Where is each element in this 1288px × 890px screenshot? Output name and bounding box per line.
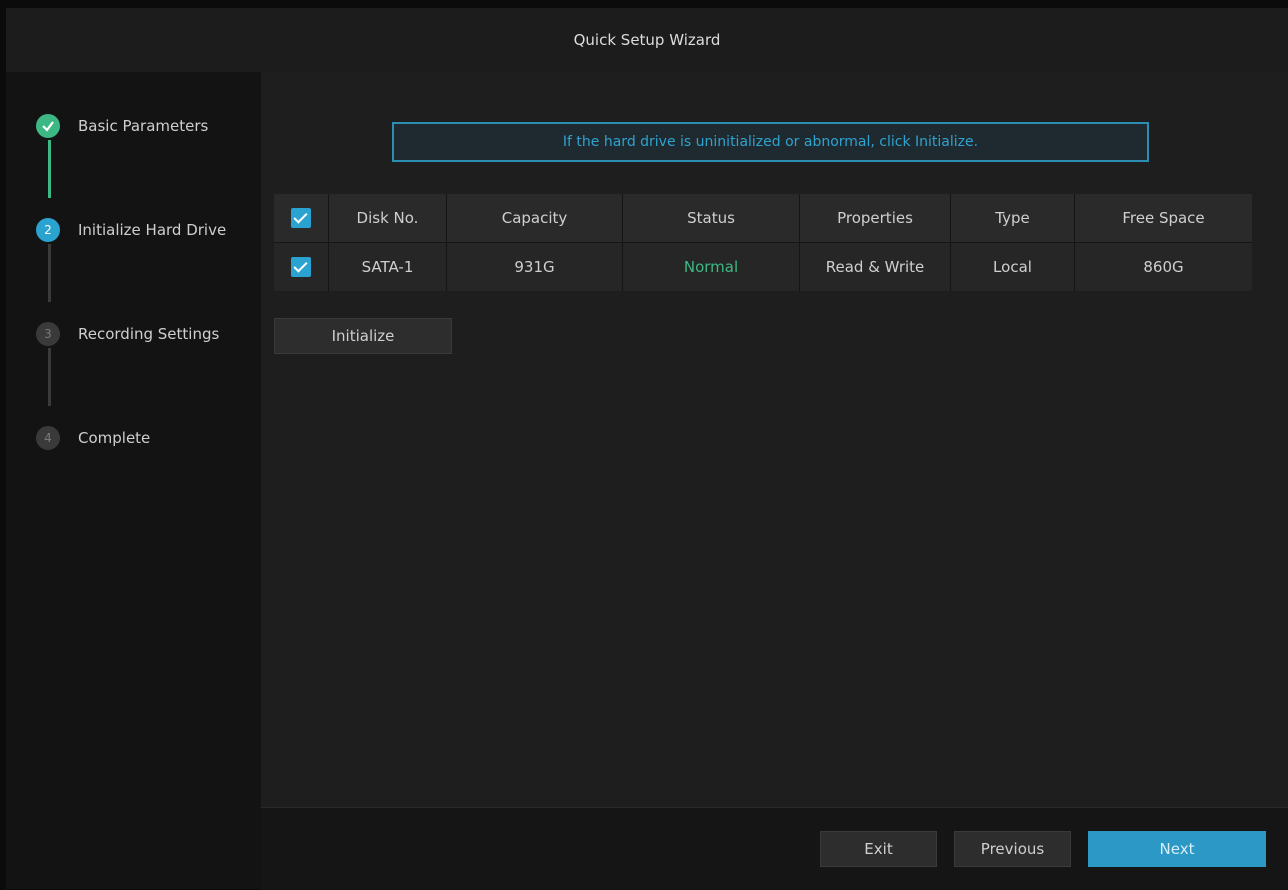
properties-cell: Read & Write bbox=[800, 242, 951, 291]
free-space-cell: 860G bbox=[1075, 242, 1252, 291]
check-icon bbox=[36, 114, 60, 138]
initialize-button[interactable]: Initialize bbox=[274, 318, 452, 354]
step-number-badge: 3 bbox=[36, 322, 60, 346]
column-header: Capacity bbox=[447, 194, 623, 242]
step-complete: 4 Complete bbox=[36, 426, 150, 450]
column-header: Properties bbox=[800, 194, 951, 242]
column-header: Disk No. bbox=[329, 194, 447, 242]
column-header: Free Space bbox=[1075, 194, 1252, 242]
column-header: Type bbox=[951, 194, 1075, 242]
table-row[interactable]: SATA-1 931G Normal Read & Write Local 86… bbox=[274, 242, 1252, 291]
exit-button[interactable]: Exit bbox=[820, 831, 937, 867]
previous-button[interactable]: Previous bbox=[954, 831, 1071, 867]
step-number-badge: 2 bbox=[36, 218, 60, 242]
window-title: Quick Setup Wizard bbox=[6, 8, 1288, 73]
table-header-row: Disk No. Capacity Status Properties Type… bbox=[274, 194, 1252, 242]
disk-table: Disk No. Capacity Status Properties Type… bbox=[274, 194, 1252, 291]
disk-no-cell: SATA-1 bbox=[329, 242, 447, 291]
row-checkbox[interactable] bbox=[291, 257, 311, 277]
select-all-checkbox[interactable] bbox=[291, 208, 311, 228]
step-label: Recording Settings bbox=[78, 325, 220, 343]
step-connector-1 bbox=[48, 140, 51, 198]
capacity-cell: 931G bbox=[447, 242, 623, 291]
quick-setup-wizard-window: Quick Setup Wizard Basic Parameters 2 In… bbox=[6, 8, 1288, 890]
step-recording-settings: 3 Recording Settings bbox=[36, 322, 219, 346]
step-connector-3 bbox=[48, 348, 51, 406]
next-button[interactable]: Next bbox=[1088, 831, 1266, 867]
step-label: Initialize Hard Drive bbox=[78, 221, 227, 239]
step-initialize-hard-drive: 2 Initialize Hard Drive bbox=[36, 218, 226, 242]
main-content: If the hard drive is uninitialized or ab… bbox=[261, 72, 1288, 807]
column-header: Status bbox=[623, 194, 800, 242]
step-label: Basic Parameters bbox=[78, 117, 209, 135]
status-cell: Normal bbox=[623, 242, 800, 291]
select-all-cell[interactable] bbox=[274, 194, 329, 242]
step-basic-parameters: Basic Parameters bbox=[36, 114, 208, 138]
step-connector-2 bbox=[48, 244, 51, 302]
step-number-badge: 4 bbox=[36, 426, 60, 450]
wizard-footer: Exit Previous Next bbox=[261, 807, 1288, 890]
info-notice: If the hard drive is uninitialized or ab… bbox=[392, 122, 1149, 162]
row-select-cell[interactable] bbox=[274, 242, 329, 291]
type-cell: Local bbox=[951, 242, 1075, 291]
wizard-steps-sidebar: Basic Parameters 2 Initialize Hard Drive… bbox=[6, 72, 261, 889]
step-label: Complete bbox=[78, 429, 151, 447]
